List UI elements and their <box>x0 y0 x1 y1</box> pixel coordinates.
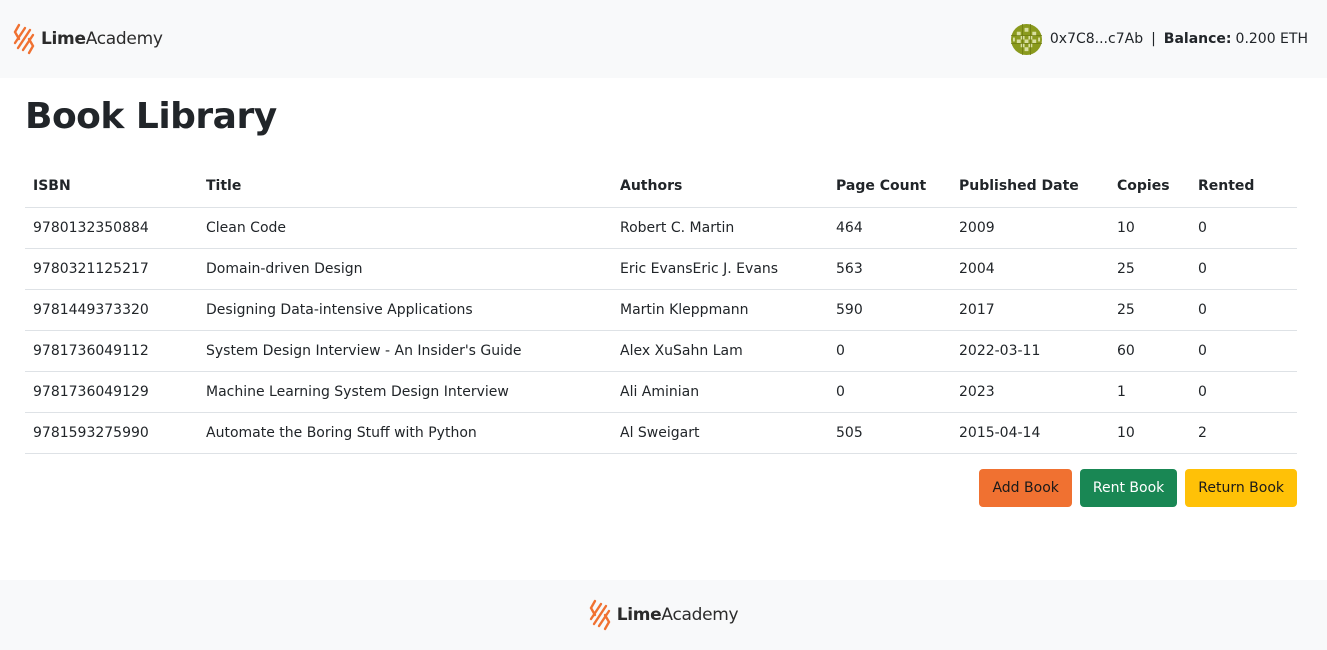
header-title: Title <box>198 166 612 208</box>
cell-title: Machine Learning System Design Interview <box>198 371 612 413</box>
lime-logo-icon <box>589 599 611 631</box>
add-book-button[interactable]: Add Book <box>979 469 1072 507</box>
footer: LimeAcademy <box>0 580 1327 650</box>
table-row[interactable]: 9781736049112 System Design Interview - … <box>25 330 1297 372</box>
cell-copies: 25 <box>1109 248 1190 290</box>
cell-authors: Robert C. Martin <box>612 207 828 249</box>
cell-rented: 0 <box>1190 371 1297 413</box>
footer-brand-logo[interactable]: LimeAcademy <box>589 599 739 631</box>
separator: | <box>1151 31 1156 47</box>
balance-value: 0.200 ETH <box>1235 31 1308 47</box>
cell-isbn: 9781449373320 <box>25 289 198 331</box>
cell-title: System Design Interview - An Insider's G… <box>198 330 612 372</box>
cell-page-count: 505 <box>828 412 951 454</box>
cell-copies: 10 <box>1109 207 1190 249</box>
cell-page-count: 590 <box>828 289 951 331</box>
header-authors: Authors <box>612 166 828 208</box>
cell-isbn: 9781736049129 <box>25 371 198 413</box>
header-isbn: ISBN <box>25 166 198 208</box>
cell-isbn: 9780132350884 <box>25 207 198 249</box>
header-copies: Copies <box>1109 166 1190 208</box>
table-row[interactable]: 9781593275990 Automate the Boring Stuff … <box>25 412 1297 454</box>
header-rented: Rented <box>1190 166 1297 208</box>
identicon-avatar-icon[interactable] <box>1010 23 1042 55</box>
header-published-date: Published Date <box>951 166 1109 208</box>
cell-rented: 0 <box>1190 330 1297 372</box>
cell-published-date: 2004 <box>951 248 1109 290</box>
cell-title: Designing Data-intensive Applications <box>198 289 612 331</box>
cell-isbn: 9780321125217 <box>25 248 198 290</box>
cell-rented: 0 <box>1190 207 1297 249</box>
cell-published-date: 2017 <box>951 289 1109 331</box>
cell-rented: 0 <box>1190 289 1297 331</box>
balance-label: Balance: <box>1163 31 1232 47</box>
cell-authors: Eric EvansEric J. Evans <box>612 248 828 290</box>
cell-authors: Ali Aminian <box>612 371 828 413</box>
brand-name: LimeAcademy <box>41 29 163 49</box>
cell-title: Domain-driven Design <box>198 248 612 290</box>
table-row[interactable]: 9780132350884 Clean Code Robert C. Marti… <box>25 207 1297 249</box>
cell-published-date: 2009 <box>951 207 1109 249</box>
cell-page-count: 0 <box>828 371 951 413</box>
cell-page-count: 563 <box>828 248 951 290</box>
rent-book-button[interactable]: Rent Book <box>1079 469 1178 507</box>
top-navbar: LimeAcademy 0x7C8...c7Ab | Balance: 0.20… <box>0 0 1327 78</box>
account-info: 0x7C8...c7Ab | Balance: 0.200 ETH <box>1010 23 1308 55</box>
table-row[interactable]: 9781449373320 Designing Data-intensive A… <box>25 289 1297 331</box>
return-book-button[interactable]: Return Book <box>1185 469 1297 507</box>
cell-copies: 25 <box>1109 289 1190 331</box>
cell-authors: Alex XuSahn Lam <box>612 330 828 372</box>
cell-published-date: 2023 <box>951 371 1109 413</box>
cell-page-count: 464 <box>828 207 951 249</box>
cell-copies: 60 <box>1109 330 1190 372</box>
cell-rented: 2 <box>1190 412 1297 454</box>
lime-logo-icon <box>13 23 35 55</box>
cell-published-date: 2022-03-11 <box>951 330 1109 372</box>
wallet-address: 0x7C8...c7Ab <box>1049 31 1144 47</box>
cell-authors: Al Sweigart <box>612 412 828 454</box>
cell-title: Automate the Boring Stuff with Python <box>198 412 612 454</box>
cell-isbn: 9781593275990 <box>25 412 198 454</box>
cell-copies: 10 <box>1109 412 1190 454</box>
table-header-row: ISBN Title Authors Page Count Published … <box>25 166 1297 208</box>
cell-title: Clean Code <box>198 207 612 249</box>
table-row[interactable]: 9781736049129 Machine Learning System De… <box>25 371 1297 413</box>
cell-copies: 1 <box>1109 371 1190 413</box>
books-table: ISBN Title Authors Page Count Published … <box>25 166 1297 454</box>
cell-isbn: 9781736049112 <box>25 330 198 372</box>
page-title: Book Library <box>25 96 277 137</box>
brand-logo[interactable]: LimeAcademy <box>13 23 163 55</box>
footer-brand-name: LimeAcademy <box>616 605 739 625</box>
header-page-count: Page Count <box>828 166 951 208</box>
cell-page-count: 0 <box>828 330 951 372</box>
table-row[interactable]: 9780321125217 Domain-driven Design Eric … <box>25 248 1297 290</box>
cell-authors: Martin Kleppmann <box>612 289 828 331</box>
cell-published-date: 2015-04-14 <box>951 412 1109 454</box>
cell-rented: 0 <box>1190 248 1297 290</box>
book-actions: Add Book Rent Book Return Book <box>979 469 1297 507</box>
